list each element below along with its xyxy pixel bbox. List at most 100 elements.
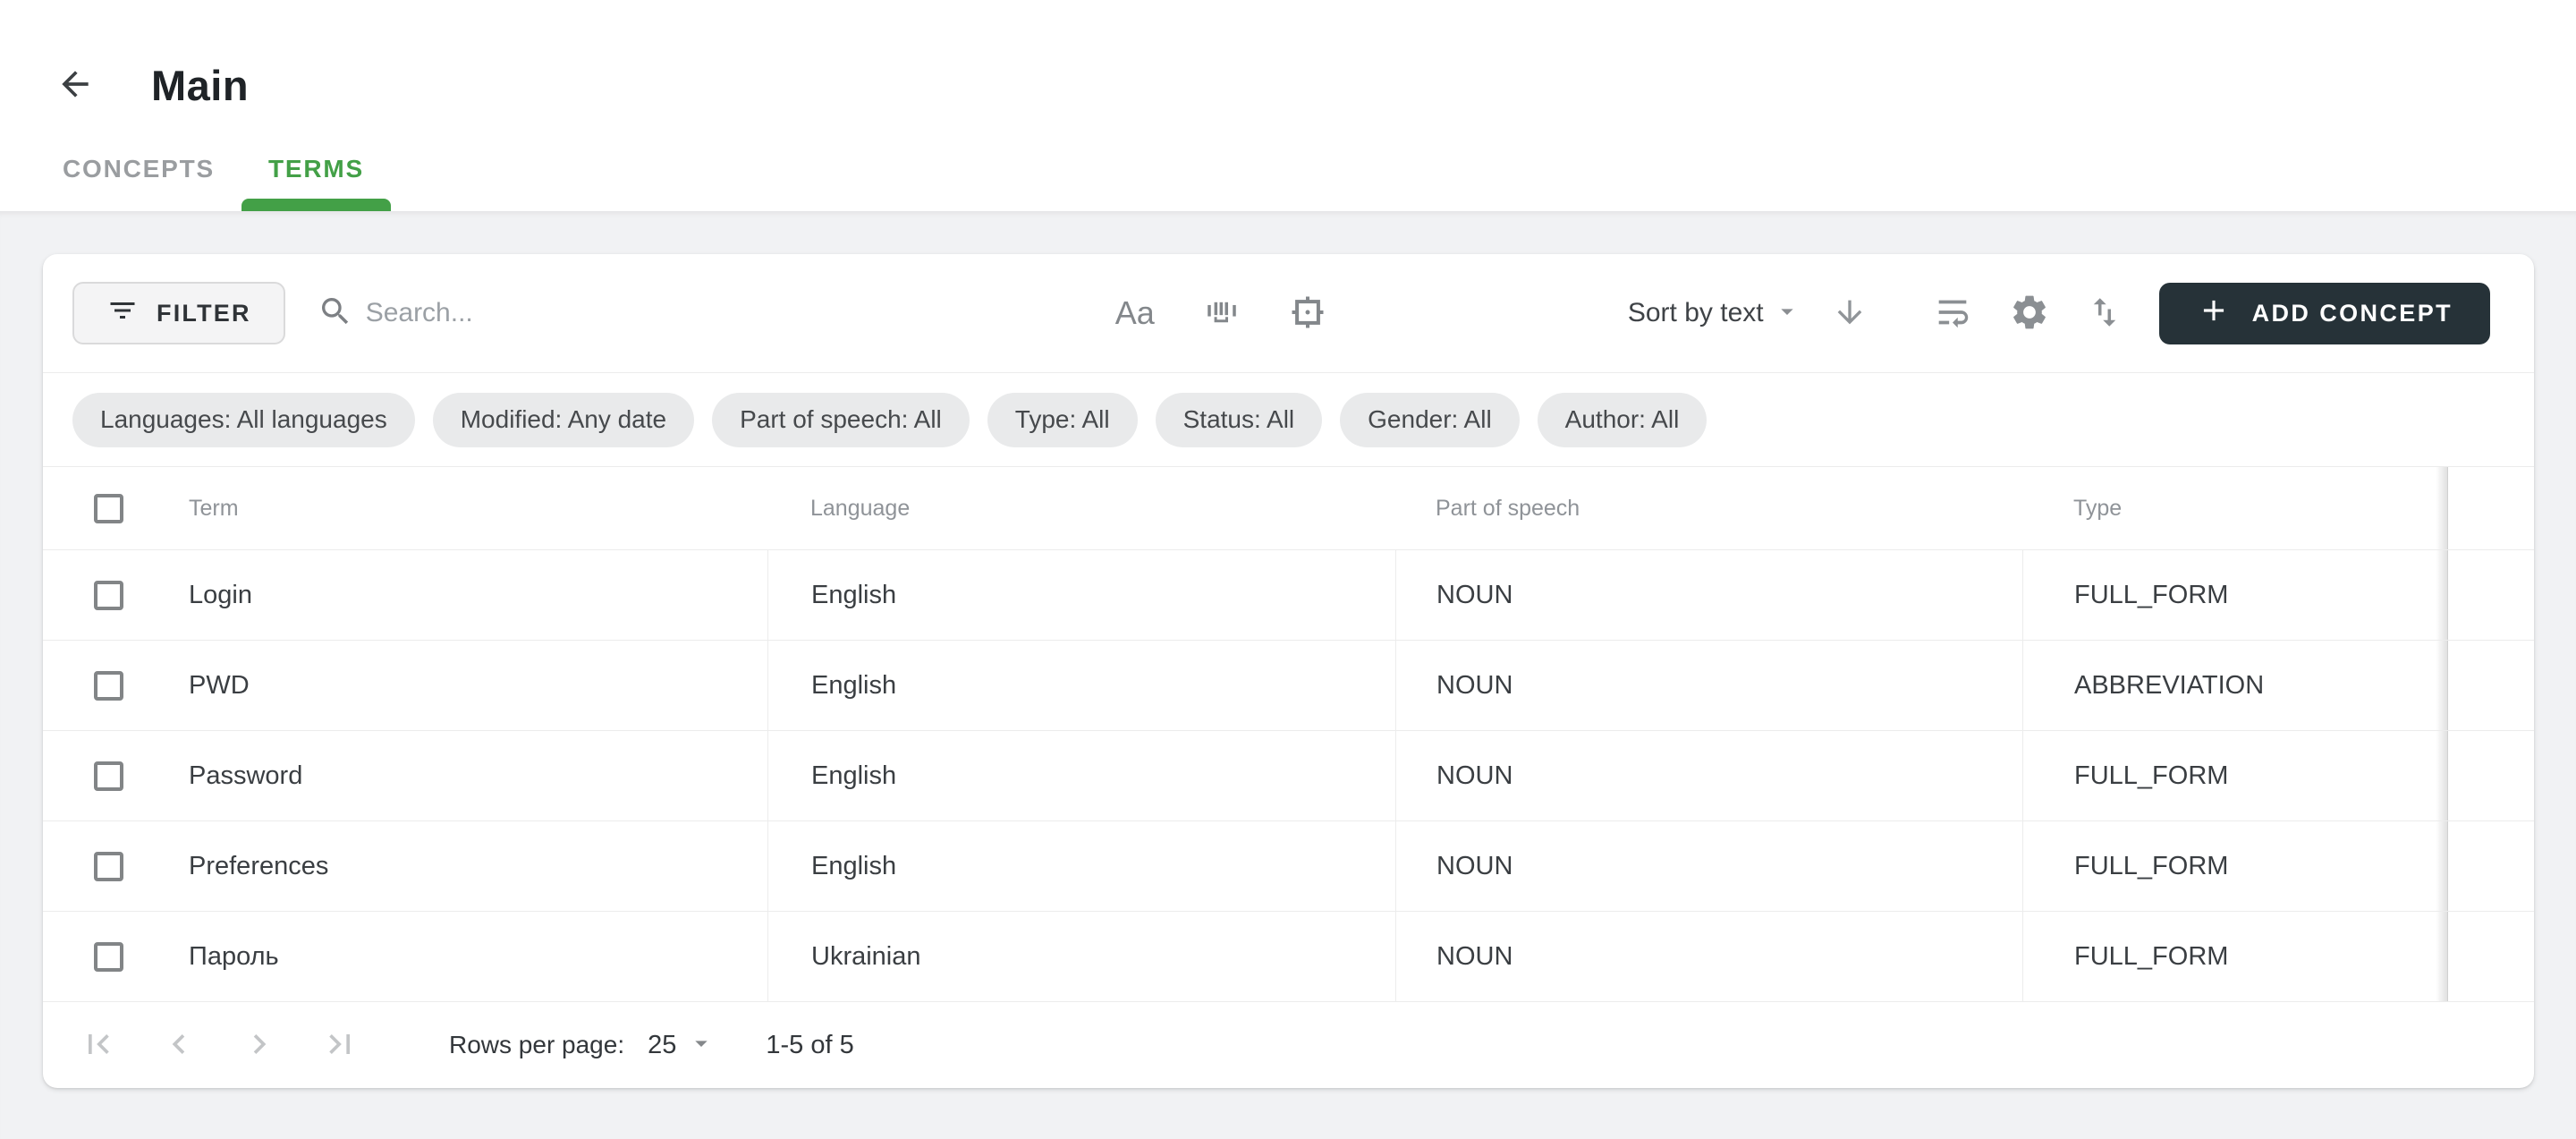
filter-button-label: FILTER xyxy=(157,300,251,327)
cell-type: FULL_FORM xyxy=(2022,821,2448,911)
last-page-button[interactable] xyxy=(320,1025,360,1065)
cell-term: Password xyxy=(138,731,767,820)
filter-list-icon xyxy=(106,294,139,333)
settings-button[interactable] xyxy=(2009,292,2050,336)
tab-terms-label: TERMS xyxy=(268,155,364,183)
cell-term: Preferences xyxy=(138,821,767,911)
chip-author[interactable]: Author: All xyxy=(1538,393,1707,447)
cell-type: FULL_FORM xyxy=(2022,550,2448,640)
whole-word-button[interactable] xyxy=(1203,293,1241,334)
chevron-left-icon xyxy=(159,1024,199,1067)
chip-gender[interactable]: Gender: All xyxy=(1340,393,1520,447)
column-header-term[interactable]: Term xyxy=(138,467,767,549)
row-checkbox[interactable] xyxy=(94,761,123,791)
cell-type: FULL_FORM xyxy=(2022,731,2448,820)
filter-chips-row: Languages: All languages Modified: Any d… xyxy=(43,373,2534,467)
chip-modified[interactable]: Modified: Any date xyxy=(433,393,694,447)
page-title: Main xyxy=(151,61,249,110)
cell-language: English xyxy=(767,821,1395,911)
first-page-icon xyxy=(79,1024,118,1067)
swap-vertical-button[interactable] xyxy=(2086,293,2123,334)
cell-language: English xyxy=(767,550,1395,640)
dropdown-caret-icon xyxy=(687,1029,716,1062)
tab-terms[interactable]: TERMS xyxy=(242,138,391,211)
cell-part-of-speech: NOUN xyxy=(1395,821,2022,911)
prev-page-button[interactable] xyxy=(159,1025,199,1065)
add-concept-button[interactable]: ADD CONCEPT xyxy=(2159,283,2490,344)
rows-per-page-select[interactable]: 25 xyxy=(648,1029,716,1062)
page-content: FILTER Aa xyxy=(0,211,2576,1139)
sort-by-label: Sort by text xyxy=(1628,298,1764,328)
cell-type: ABBREVIATION xyxy=(2022,641,2448,730)
row-checkbox[interactable] xyxy=(94,942,123,972)
pagination-range: 1-5 of 5 xyxy=(766,1031,853,1060)
cell-term: PWD xyxy=(138,641,767,730)
terms-table: Term Language Part of speech Type Login … xyxy=(43,467,2534,1002)
cell-language: English xyxy=(767,731,1395,820)
rows-per-page-value: 25 xyxy=(648,1031,676,1060)
first-page-button[interactable] xyxy=(79,1025,118,1065)
chip-type[interactable]: Type: All xyxy=(987,393,1138,447)
next-page-button[interactable] xyxy=(240,1025,279,1065)
screen: Main CONCEPTS TERMS FILTER xyxy=(0,0,2576,1139)
swap-vert-icon xyxy=(2086,293,2123,334)
table-row[interactable]: Пароль Ukrainian NOUN FULL_FORM xyxy=(43,912,2534,1002)
select-all-checkbox[interactable] xyxy=(94,494,123,523)
pinned-spacer-cell xyxy=(2448,641,2534,730)
chevron-right-icon xyxy=(240,1024,279,1067)
arrow-back-icon xyxy=(55,64,95,106)
cell-part-of-speech: NOUN xyxy=(1395,641,2022,730)
wrap-text-icon xyxy=(1932,292,1973,336)
plus-icon xyxy=(2197,293,2231,334)
row-checkbox[interactable] xyxy=(94,581,123,610)
sort-direction-button[interactable] xyxy=(1832,294,1868,333)
tab-bar: CONCEPTS TERMS xyxy=(36,138,391,211)
row-checkbox[interactable] xyxy=(94,671,123,701)
rows-per-page-label: Rows per page: xyxy=(449,1031,624,1059)
cell-part-of-speech: NOUN xyxy=(1395,731,2022,820)
pinned-spacer-cell xyxy=(2448,912,2534,1001)
gear-icon xyxy=(2009,292,2050,336)
match-case-button[interactable]: Aa xyxy=(1115,294,1155,332)
whole-word-icon xyxy=(1203,293,1241,334)
title-row: Main xyxy=(54,61,2576,110)
pinned-spacer-cell xyxy=(2448,731,2534,820)
pinned-spacer-cell xyxy=(2448,467,2534,549)
cell-term: Login xyxy=(138,550,767,640)
cell-language: Ukrainian xyxy=(767,912,1395,1001)
sort-by-select[interactable]: Sort by text xyxy=(1628,297,1801,330)
chip-languages[interactable]: Languages: All languages xyxy=(72,393,415,447)
table-row[interactable]: Login English NOUN FULL_FORM xyxy=(43,550,2534,641)
toolbar-right-group: Sort by text xyxy=(1628,283,2504,344)
cell-term: Пароль xyxy=(138,912,767,1001)
cell-part-of-speech: NOUN xyxy=(1395,550,2022,640)
column-header-language[interactable]: Language xyxy=(767,467,1395,549)
row-checkbox[interactable] xyxy=(94,852,123,881)
cell-language: English xyxy=(767,641,1395,730)
chip-status[interactable]: Status: All xyxy=(1156,393,1323,447)
cell-type: FULL_FORM xyxy=(2022,912,2448,1001)
tab-concepts-label: CONCEPTS xyxy=(63,155,215,183)
page-header: Main CONCEPTS TERMS xyxy=(0,0,2576,211)
pinned-spacer-cell xyxy=(2448,821,2534,911)
back-button[interactable] xyxy=(54,64,97,107)
table-row[interactable]: Preferences English NOUN FULL_FORM xyxy=(43,821,2534,912)
cell-part-of-speech: NOUN xyxy=(1395,912,2022,1001)
filter-button[interactable]: FILTER xyxy=(72,282,285,344)
table-row[interactable]: Password English NOUN FULL_FORM xyxy=(43,731,2534,821)
chip-part-of-speech[interactable]: Part of speech: All xyxy=(712,393,970,447)
table-row[interactable]: PWD English NOUN ABBREVIATION xyxy=(43,641,2534,731)
crosshair-frame-icon xyxy=(1289,293,1326,334)
tab-concepts[interactable]: CONCEPTS xyxy=(36,138,242,211)
arrow-downward-icon xyxy=(1832,294,1868,333)
column-header-type[interactable]: Type xyxy=(2022,467,2448,549)
terms-panel: FILTER Aa xyxy=(43,254,2534,1088)
search-box xyxy=(318,293,983,334)
search-input[interactable] xyxy=(366,298,983,328)
table-header-row: Term Language Part of speech Type xyxy=(43,467,2534,550)
wrap-text-button[interactable] xyxy=(1932,292,1973,336)
column-header-part-of-speech[interactable]: Part of speech xyxy=(1395,467,2022,549)
toolbar: FILTER Aa xyxy=(43,254,2534,373)
regex-frame-button[interactable] xyxy=(1289,293,1326,334)
pinned-spacer-cell xyxy=(2448,550,2534,640)
